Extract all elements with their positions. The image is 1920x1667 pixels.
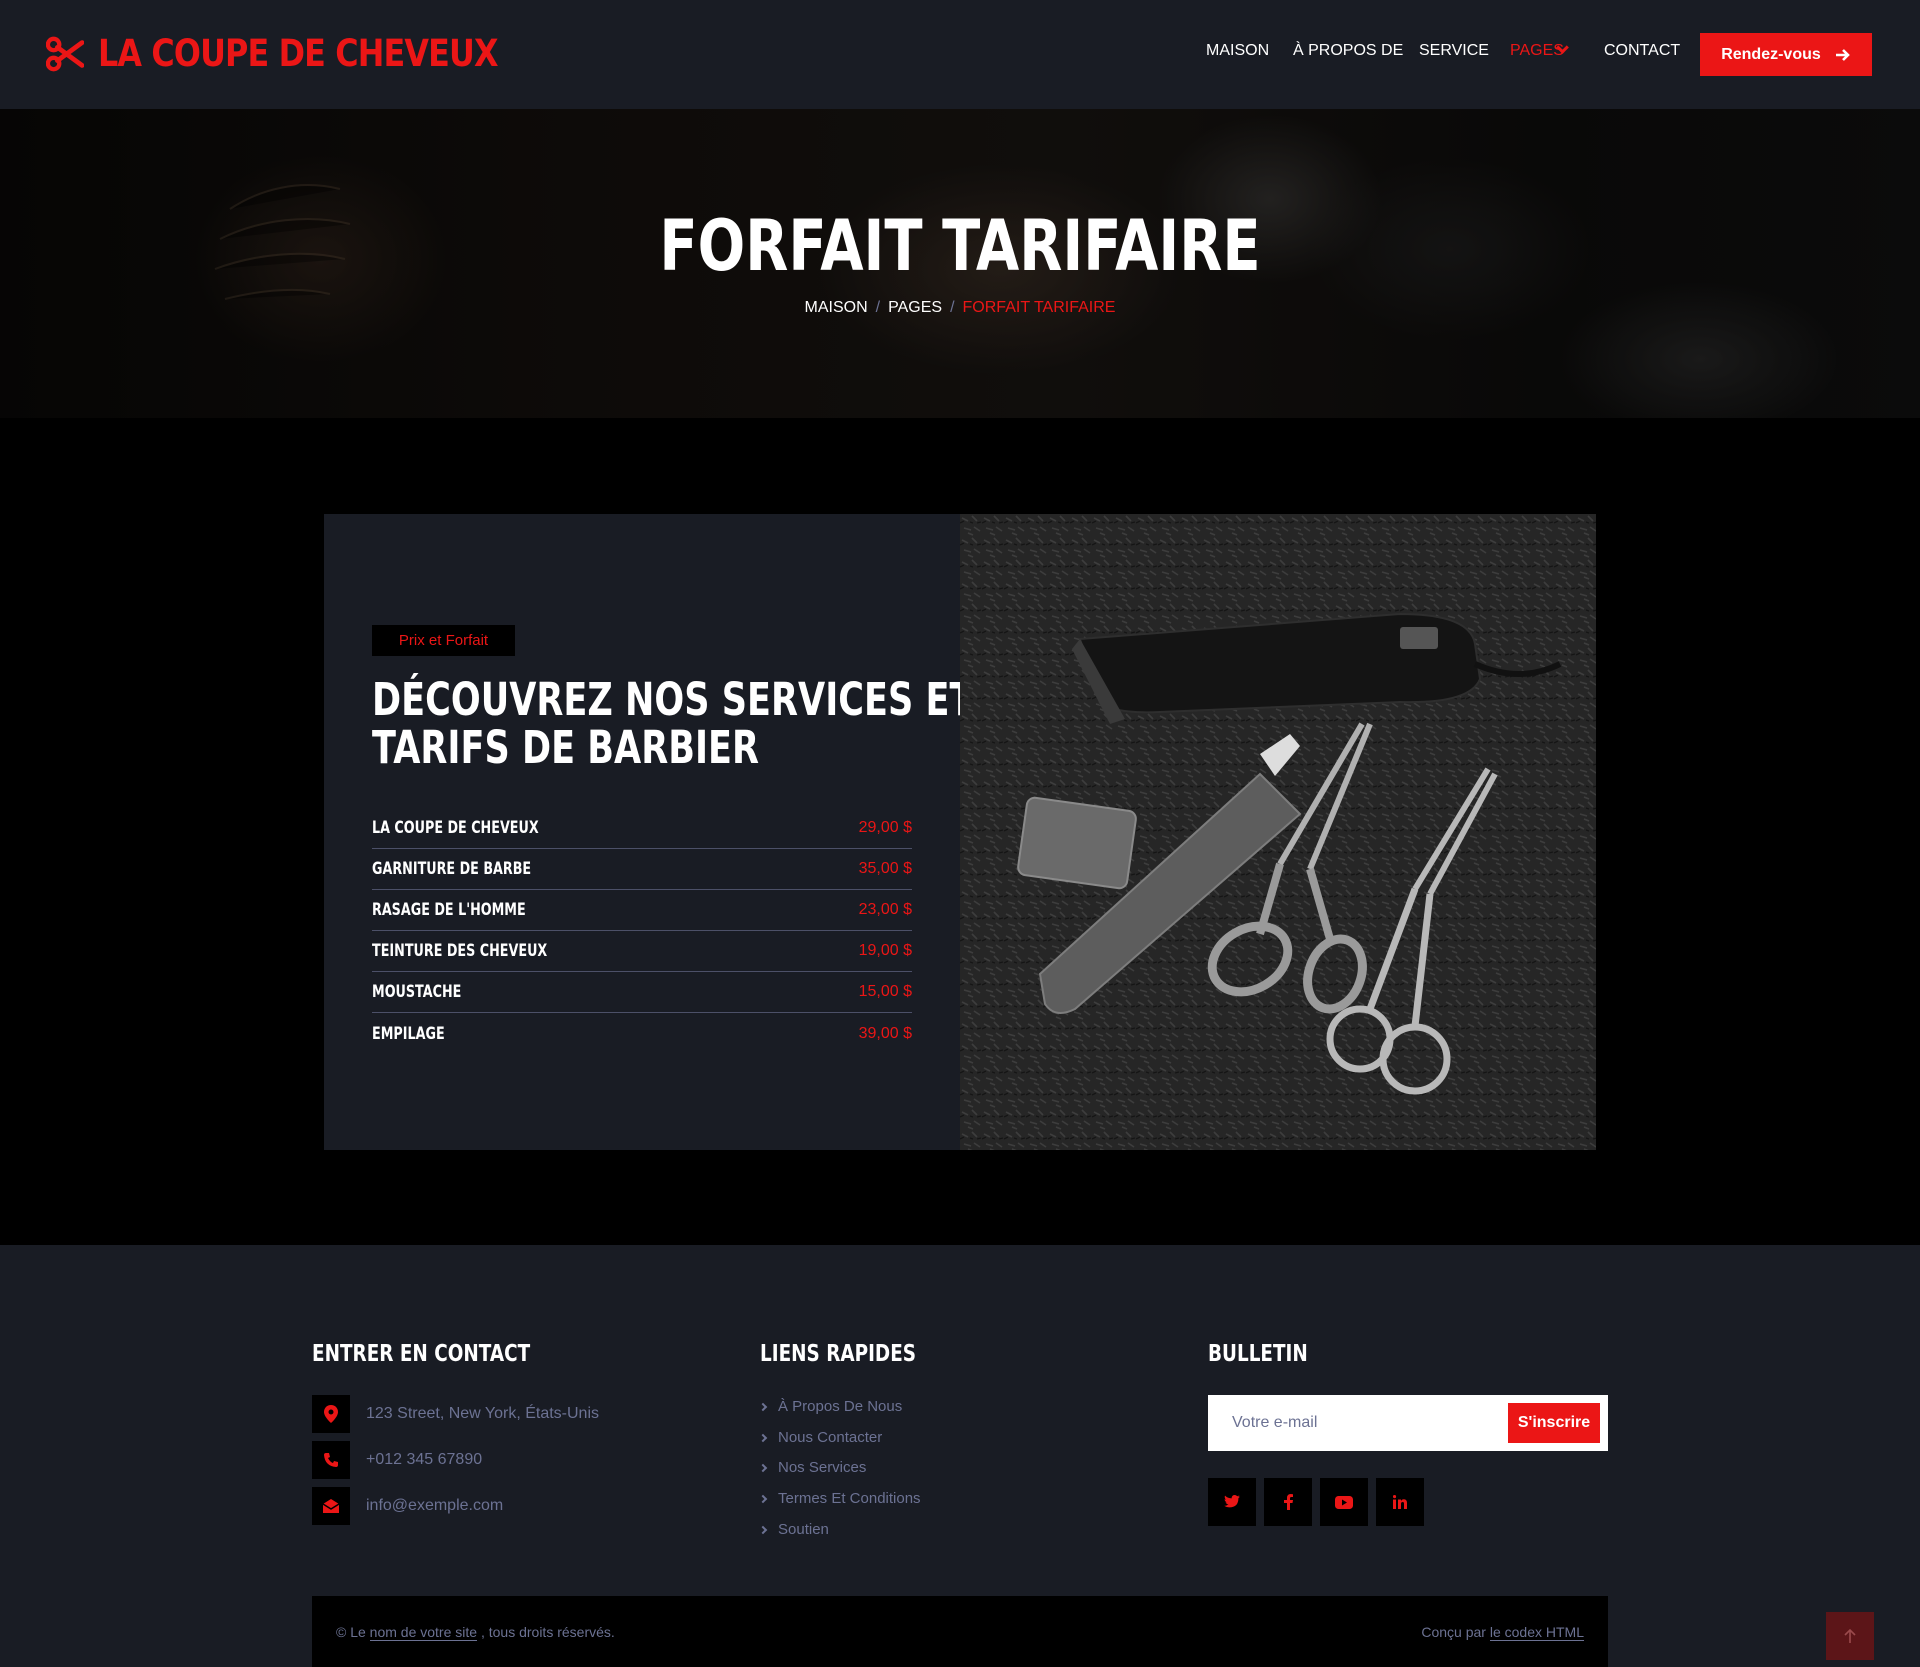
price-row: RASAGE DE L'HOMME 23,00 $: [372, 890, 912, 931]
youtube-button[interactable]: [1320, 1478, 1368, 1526]
quick-link-label: À Propos De Nous: [778, 1398, 903, 1415]
nav-item-contact[interactable]: CONTACT: [1604, 42, 1680, 60]
chevron-right-icon: [758, 1525, 768, 1534]
price-name: GARNITURE DE BARBE: [372, 859, 532, 879]
newsletter-email-input[interactable]: [1208, 1395, 1508, 1451]
phone-text: +012 345 67890: [366, 1451, 483, 1468]
chevron-right-icon: [758, 1463, 768, 1472]
price-value: 19,00 $: [858, 942, 912, 959]
email-text: info@exemple.com: [366, 1497, 504, 1514]
contact-email: info@exemple.com: [312, 1487, 503, 1525]
nav-link-contact[interactable]: CONTACT: [1604, 42, 1680, 59]
price-value: 35,00 $: [858, 860, 912, 877]
quick-link-label: Nous Contacter: [778, 1429, 883, 1446]
quick-link[interactable]: Nos Services: [758, 1459, 867, 1476]
price-name: MOUSTACHE: [372, 982, 462, 1002]
price-row: LA COUPE DE CHEVEUX 29,00 $: [372, 808, 912, 849]
price-row: TEINTURE DES CHEVEUX 19,00 $: [372, 931, 912, 972]
price-value: 23,00 $: [858, 901, 912, 918]
nav-item-maison[interactable]: MAISON: [1206, 42, 1269, 60]
nav-link-service[interactable]: SERVICE: [1419, 42, 1489, 59]
chevron-right-icon: [758, 1494, 768, 1503]
copyright-bar: © Le nom de votre site , tous droits rés…: [312, 1596, 1608, 1667]
back-to-top-button[interactable]: [1826, 1612, 1874, 1660]
contact-address: 123 Street, New York, États-Unis: [312, 1395, 599, 1433]
linkedin-button[interactable]: [1376, 1478, 1424, 1526]
price-row: MOUSTACHE 15,00 $: [372, 972, 912, 1013]
quick-link[interactable]: À Propos De Nous: [758, 1398, 903, 1415]
newsletter-heading: BULLETIN: [1208, 1341, 1308, 1367]
nav-link-maison[interactable]: MAISON: [1206, 42, 1269, 59]
facebook-button[interactable]: [1264, 1478, 1312, 1526]
breadcrumb: MAISON / PAGES / FORFAIT TARIFAIRE: [804, 299, 1116, 317]
arrow-up-icon: [1844, 1629, 1856, 1643]
barber-tools-image: [960, 514, 1596, 1150]
quick-link-label: Soutien: [778, 1521, 829, 1538]
brand-name: LA COUPE DE CHEVEUX: [98, 32, 499, 75]
price-row: GARNITURE DE BARBE 35,00 $: [372, 849, 912, 890]
pricing-heading-line1: DÉCOUVREZ NOS SERVICES ET: [372, 673, 974, 726]
page-header: FORFAIT TARIFAIRE MAISON / PAGES / FORFAIT T…: [0, 109, 1920, 418]
designed-prefix: Conçu par: [1421, 1624, 1490, 1640]
nav-link-a-propos[interactable]: À PROPOS DE: [1293, 42, 1403, 59]
copyright-suffix: , tous droits réservés.: [477, 1624, 615, 1640]
pricing-heading: DÉCOUVREZ NOS SERVICES ET TARIFS DE BARB…: [372, 673, 974, 774]
nav-item-service[interactable]: SERVICE: [1419, 42, 1489, 60]
quick-link[interactable]: Termes Et Conditions: [758, 1490, 921, 1507]
brand[interactable]: LA COUPE DE CHEVEUX: [46, 32, 563, 75]
address-text: 123 Street, New York, États-Unis: [366, 1405, 599, 1422]
chevron-right-icon: [758, 1433, 768, 1442]
arrow-right-icon: [1835, 48, 1850, 61]
scissors-icon: [46, 36, 84, 71]
price-name: EMPILAGE: [372, 1023, 445, 1044]
twitter-icon: [1224, 1495, 1240, 1508]
page-title: FORFAIT TARIFAIRE: [659, 205, 1261, 287]
nav-item-a-propos[interactable]: À PROPOS DE: [1293, 42, 1403, 60]
barber-tools-illustration: [960, 514, 1596, 1150]
quick-links-heading: LIENS RAPIDES: [760, 1341, 917, 1367]
price-list: LA COUPE DE CHEVEUX 29,00 $ GARNITURE DE …: [372, 808, 912, 1054]
nav-link-pages[interactable]: PAGES: [1510, 42, 1564, 60]
subscribe-button[interactable]: S'inscrire: [1508, 1403, 1600, 1443]
breadcrumb-current: FORFAIT TARIFAIRE: [962, 299, 1116, 316]
breadcrumb-home[interactable]: MAISON: [805, 299, 868, 317]
price-value: 39,00 $: [858, 1024, 912, 1042]
newsletter-form: S'inscrire: [1208, 1395, 1608, 1451]
envelope-open-icon: [312, 1487, 350, 1525]
map-marker-icon: [312, 1395, 350, 1433]
copyright-text: © Le nom de votre site , tous droits rés…: [336, 1624, 615, 1641]
footer: ENTRER EN CONTACT 123 Street, New York, …: [0, 1245, 1920, 1667]
pricing-heading-line2: TARIFS DE BARBIER: [372, 721, 760, 774]
copyright-prefix: © Le: [336, 1624, 370, 1640]
price-name: RASAGE DE L'HOMME: [372, 900, 526, 920]
twitter-button[interactable]: [1208, 1478, 1256, 1526]
site-name-link[interactable]: nom de votre site: [369, 1624, 478, 1641]
phone-icon: [312, 1441, 350, 1479]
designed-by-text: Conçu par le codex HTML: [1421, 1624, 1584, 1641]
price-value: 29,00 $: [858, 819, 912, 836]
quick-link[interactable]: Nous Contacter: [758, 1429, 883, 1446]
price-value: 15,00 $: [858, 983, 912, 1000]
quick-link[interactable]: Soutien: [758, 1521, 829, 1538]
price-name: LA COUPE DE CHEVEUX: [372, 818, 539, 838]
navbar: LA COUPE DE CHEVEUX MAISON À PROPOS DE S…: [0, 0, 1920, 109]
quick-link-label: Termes Et Conditions: [778, 1490, 921, 1507]
linkedin-icon: [1393, 1495, 1407, 1509]
price-row: EMPILAGE 39,00 $: [372, 1013, 912, 1054]
nav-item-pages[interactable]: PAGES: [1510, 40, 1569, 60]
chevron-right-icon: [758, 1402, 768, 1411]
appointment-button-label: Rendez-vous: [1721, 45, 1821, 63]
section-tag: Prix et Forfait: [372, 625, 515, 656]
designer-link[interactable]: le codex HTML: [1489, 1624, 1584, 1641]
facebook-icon: [1283, 1494, 1293, 1510]
price-name: TEINTURE DES CHEVEUX: [372, 941, 548, 961]
contact-heading: ENTRER EN CONTACT: [312, 1341, 531, 1367]
breadcrumb-pages[interactable]: PAGES: [888, 299, 942, 317]
youtube-icon: [1335, 1495, 1353, 1509]
appointment-button[interactable]: Rendez-vous: [1700, 33, 1872, 76]
contact-phone: +012 345 67890: [312, 1441, 482, 1479]
quick-link-label: Nos Services: [778, 1459, 867, 1476]
pricing-panel: Prix et Forfait DÉCOUVREZ NOS SERVICES E…: [324, 514, 974, 1150]
